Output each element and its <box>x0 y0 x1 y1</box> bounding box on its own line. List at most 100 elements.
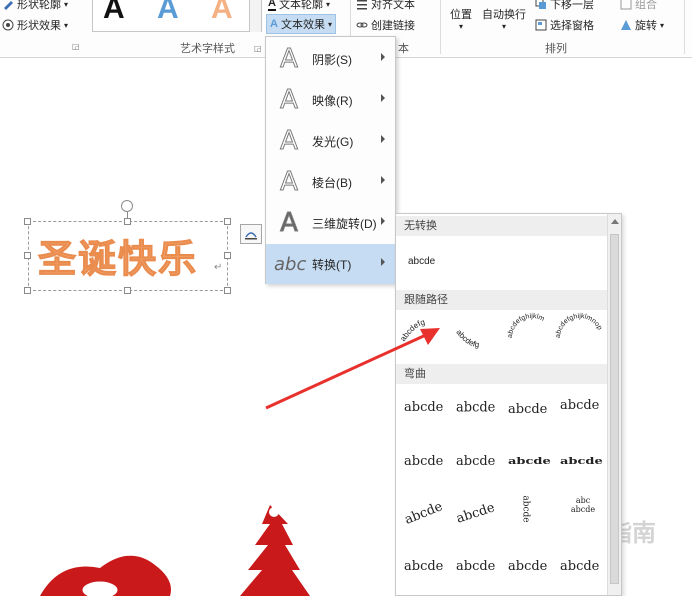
resize-handle[interactable] <box>124 218 131 225</box>
selection-pane-icon <box>535 19 547 31</box>
wrap-text-label: 自动换行 <box>482 9 526 21</box>
submenu-arrow-icon <box>381 135 385 143</box>
menu-item-label: 发光(G) <box>312 134 354 149</box>
rotate-label: 旋转 <box>635 20 657 32</box>
send-backward-button[interactable]: 下移一层 <box>535 0 594 12</box>
menu-item-shadow[interactable]: A 阴影(S) <box>266 39 395 79</box>
selection-pane-button[interactable]: 选择窗格 <box>535 17 594 33</box>
position-button[interactable]: 位置 ▾ <box>450 6 472 31</box>
christmas-tree-shape <box>240 505 310 596</box>
scroll-up-icon[interactable] <box>611 219 619 224</box>
follow-path-arch-down[interactable]: abcdefg <box>454 328 479 349</box>
group-button[interactable]: 组合 <box>620 0 657 12</box>
ribbon-separator <box>440 0 441 54</box>
ribbon-separator <box>684 0 685 54</box>
dialog-launcher-icon[interactable]: ◲ <box>254 44 262 53</box>
create-link-button[interactable]: 创建链接 <box>356 17 415 33</box>
resize-handle[interactable] <box>224 287 231 294</box>
layout-options-button[interactable] <box>240 224 262 244</box>
position-label: 位置 <box>450 9 472 21</box>
dialog-launcher-icon[interactable]: ◲ <box>72 42 80 51</box>
shape-outline-button[interactable]: 形状轮廓 ▾ <box>2 0 68 12</box>
submenu-arrow-icon <box>381 258 385 266</box>
warp-option[interactable]: abcde <box>403 499 445 528</box>
svg-text:abcdefghijklmnop: abcdefghijklmnop <box>555 313 603 338</box>
warp-option[interactable]: abcde <box>521 495 531 522</box>
follow-path-text: abcdefghijklm <box>507 313 546 338</box>
chevron-down-icon: ▾ <box>64 20 69 30</box>
chevron-down-icon: ▾ <box>660 20 665 30</box>
arrange-group-label: 排列 <box>545 43 567 55</box>
shape-effects-icon <box>2 19 14 31</box>
svg-text:abcdefg: abcdefg <box>454 328 479 349</box>
gallery-scrollbar[interactable] <box>249 0 261 32</box>
text-effects-label: 文本效果 <box>280 19 325 31</box>
wordart-style-blue[interactable]: A <box>157 0 179 26</box>
warp-option[interactable]: abcde <box>508 402 547 417</box>
svg-text:abcdefghijklm: abcdefghijklm <box>507 313 546 338</box>
text-outline-button[interactable]: A 文本轮廓 ▾ <box>268 0 330 12</box>
chevron-down-icon: ▾ <box>501 22 506 31</box>
santa-face-shape <box>81 580 119 596</box>
warp-option[interactable]: abcde <box>560 456 603 467</box>
shape-effects-button[interactable]: 形状效果 ▾ <box>2 17 68 33</box>
reflection-icon: A <box>280 85 299 116</box>
menu-item-reflection[interactable]: A 映像(R) <box>266 80 395 120</box>
submenu-scrollbar[interactable] <box>607 214 621 595</box>
warp-option[interactable]: abcde <box>404 454 443 469</box>
wordart-style-black[interactable]: A <box>103 0 125 26</box>
menu-item-bevel[interactable]: A 棱台(B) <box>266 162 395 202</box>
warp-option[interactable]: abcde <box>508 456 551 467</box>
no-transform-option[interactable]: abcde <box>408 256 435 267</box>
menu-item-label: 转换(T) <box>312 257 352 272</box>
tree-ornament <box>269 507 279 517</box>
chevron-down-icon: ▾ <box>325 0 330 9</box>
warp-option[interactable]: abcde <box>456 454 495 469</box>
menu-item-glow[interactable]: A 发光(G) <box>266 121 395 161</box>
warp-option[interactable]: abcde <box>456 399 495 416</box>
link-icon <box>356 19 368 31</box>
warp-option[interactable]: abcde <box>455 500 497 526</box>
resize-handle[interactable] <box>224 218 231 225</box>
arrow-shaft <box>265 332 429 410</box>
wordart-styles-gallery[interactable]: A A A <box>92 0 262 32</box>
menu-item-transform[interactable]: abc 转换(T) <box>266 244 395 284</box>
wordart-text[interactable]: 圣诞快乐 <box>37 228 198 283</box>
rotation-handle[interactable] <box>121 200 133 212</box>
follow-path-button[interactable]: abcdefghijklmnop <box>555 313 603 338</box>
christmas-clipart <box>40 505 310 596</box>
text-effects-button[interactable]: A 文本效果 ▾ <box>266 14 336 34</box>
warp-option[interactable]: abcde <box>508 559 547 574</box>
warp-option[interactable]: abcde <box>404 559 443 574</box>
warp-option[interactable]: abc abcde <box>566 496 600 514</box>
menu-item-3d-rotation[interactable]: A 三维旋转(D) <box>266 203 395 243</box>
warp-option[interactable]: abcde <box>560 398 599 413</box>
follow-path-text: abcdefghijklmnop <box>555 313 603 338</box>
resize-handle[interactable] <box>24 218 31 225</box>
wrap-text-button[interactable]: 自动换行 ▾ <box>482 6 526 31</box>
rotate-button[interactable]: 旋转 ▾ <box>620 17 664 33</box>
resize-handle[interactable] <box>124 287 131 294</box>
menu-item-label: 三维旋转(D) <box>312 216 377 231</box>
resize-handle[interactable] <box>24 287 31 294</box>
follow-path-circle[interactable]: abcdefghijklm <box>507 313 546 338</box>
align-text-button[interactable]: 对齐文本 <box>356 0 415 12</box>
transform-icon: abc <box>274 253 307 275</box>
warp-option[interactable]: abcde <box>456 559 495 574</box>
wordart-style-orange[interactable]: A <box>211 0 233 26</box>
resize-handle[interactable] <box>24 252 31 259</box>
resize-handle[interactable] <box>224 252 231 259</box>
bevel-icon: A <box>280 167 299 198</box>
layout-options-icon <box>245 232 257 240</box>
text-effects-menu: A 阴影(S) A 映像(R) A 发光(G) A 棱台(B) A 三维旋转(D… <box>265 36 396 284</box>
scrollbar-thumb[interactable] <box>610 234 619 584</box>
text-outline-label: 文本轮廓 <box>278 0 323 11</box>
chevron-down-icon: ▾ <box>327 19 332 29</box>
warp-option[interactable]: abcde <box>560 559 599 574</box>
text-group-label: 本 <box>398 43 409 55</box>
text-outline-icon: A <box>268 0 276 11</box>
text-effects-icon: A <box>270 18 278 30</box>
rotate-icon <box>620 19 632 31</box>
annotation-arrow <box>265 328 440 410</box>
send-backward-label: 下移一层 <box>550 0 594 11</box>
